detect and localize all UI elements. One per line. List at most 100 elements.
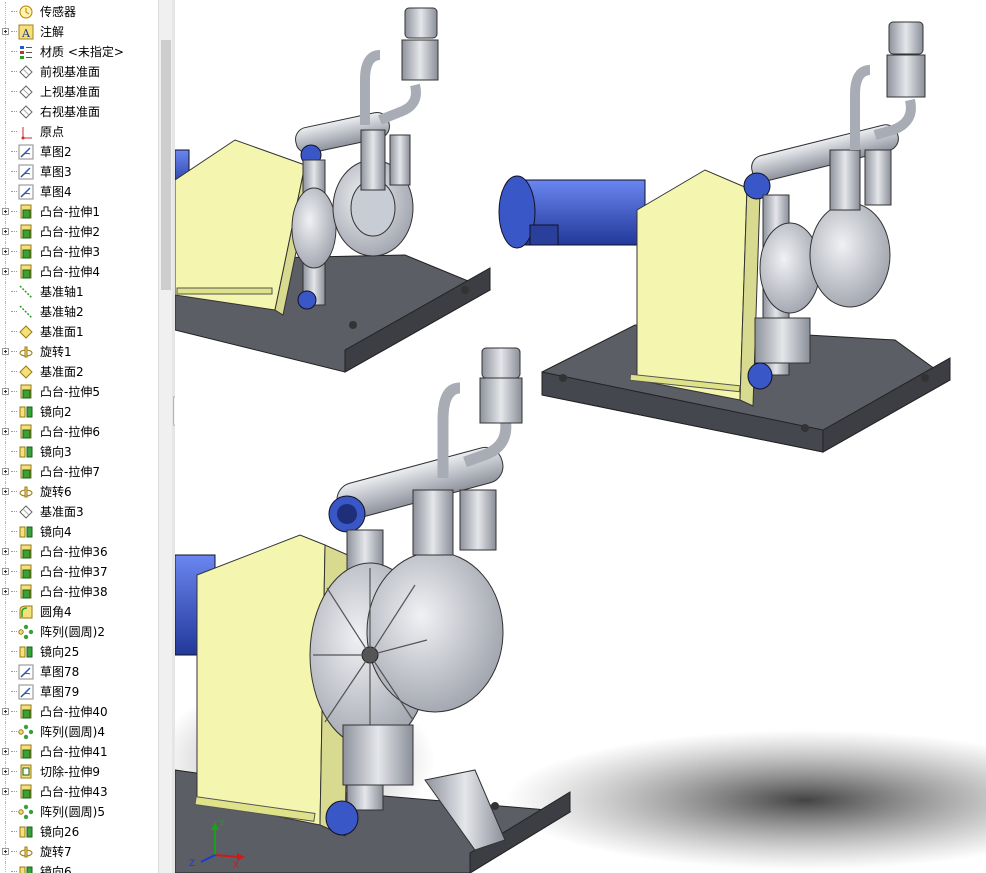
expand-toggle-icon[interactable] <box>2 28 9 35</box>
revolve-icon <box>18 484 34 500</box>
expand-toggle-icon[interactable] <box>2 468 9 475</box>
expand-toggle-icon[interactable] <box>2 268 9 275</box>
feature-tree-item[interactable]: 草图4 <box>0 182 158 202</box>
tree-scrollbar-thumb[interactable] <box>161 40 171 290</box>
feature-tree-item[interactable]: 凸台-拉伸37 <box>0 562 158 582</box>
expand-toggle-icon[interactable] <box>2 208 9 215</box>
boss-extrude-icon <box>18 204 34 220</box>
expand-toggle-icon[interactable] <box>2 228 9 235</box>
feature-tree-item[interactable]: 传感器 <box>0 2 158 22</box>
feature-tree-item-label: 旋转7 <box>40 845 72 859</box>
boss-extrude-icon <box>18 704 34 720</box>
feature-tree-item[interactable]: 镜向4 <box>0 522 158 542</box>
feature-tree-item[interactable]: 草图79 <box>0 682 158 702</box>
feature-tree-item[interactable]: 凸台-拉伸1 <box>0 202 158 222</box>
mirror-icon <box>18 444 34 460</box>
expand-toggle-icon[interactable] <box>2 568 9 575</box>
feature-tree-item[interactable]: 镜向25 <box>0 642 158 662</box>
feature-tree-item[interactable]: 原点 <box>0 122 158 142</box>
pump-model-top-left[interactable] <box>175 7 492 373</box>
annotation-icon: A <box>18 24 34 40</box>
feature-tree-item[interactable]: 上视基准面 <box>0 82 158 102</box>
feature-tree-item[interactable]: A 注解 <box>0 22 158 42</box>
mirror-icon <box>18 404 34 420</box>
feature-tree-item[interactable]: 凸台-拉伸40 <box>0 702 158 722</box>
feature-tree-item[interactable]: 凸台-拉伸43 <box>0 782 158 802</box>
material-icon <box>18 44 34 60</box>
feature-tree-item[interactable]: 凸台-拉伸41 <box>0 742 158 762</box>
boss-extrude-icon <box>18 464 34 480</box>
feature-tree-item[interactable]: 基准轴2 <box>0 302 158 322</box>
feature-tree-item[interactable]: 草图3 <box>0 162 158 182</box>
feature-tree-item[interactable]: 圆角4 <box>0 602 158 622</box>
feature-tree-item[interactable]: 右视基准面 <box>0 102 158 122</box>
plane-icon <box>18 64 34 80</box>
pump-model-top-right[interactable] <box>498 21 951 453</box>
feature-tree-item[interactable]: 镜向6 <box>0 862 158 873</box>
feature-tree-item[interactable]: 阵列(圆周)2 <box>0 622 158 642</box>
feature-tree-item[interactable]: 镜向26 <box>0 822 158 842</box>
feature-tree-item[interactable]: 凸台-拉伸4 <box>0 262 158 282</box>
revolve-icon <box>18 844 34 860</box>
graphics-viewport[interactable]: Y X Z <box>175 0 986 873</box>
plane-icon <box>18 504 34 520</box>
expand-toggle-icon[interactable] <box>2 588 9 595</box>
feature-tree-item-label: 镜向2 <box>40 405 72 419</box>
feature-tree-item[interactable]: 旋转7 <box>0 842 158 862</box>
expand-toggle-icon[interactable] <box>2 748 9 755</box>
feature-tree-item-label: 圆角4 <box>40 605 72 619</box>
expand-toggle-icon[interactable] <box>2 428 9 435</box>
feature-tree-item-label: 阵列(圆周)4 <box>40 725 105 739</box>
feature-tree-item[interactable]: 凸台-拉伸5 <box>0 382 158 402</box>
mirror-icon <box>18 824 34 840</box>
feature-tree-item-label: 凸台-拉伸40 <box>40 705 108 719</box>
feature-tree-item[interactable]: 凸台-拉伸7 <box>0 462 158 482</box>
feature-tree-item[interactable]: 阵列(圆周)4 <box>0 722 158 742</box>
expand-toggle-icon[interactable] <box>2 548 9 555</box>
expand-toggle-icon[interactable] <box>2 388 9 395</box>
feature-tree-item[interactable]: 凸台-拉伸2 <box>0 222 158 242</box>
feature-tree-item-label: 凸台-拉伸3 <box>40 245 100 259</box>
feature-tree-item[interactable]: 前视基准面 <box>0 62 158 82</box>
feature-tree-item[interactable]: 凸台-拉伸6 <box>0 422 158 442</box>
feature-tree-item[interactable]: 草图78 <box>0 662 158 682</box>
expand-toggle-icon[interactable] <box>2 708 9 715</box>
feature-tree-item[interactable]: 旋转1 <box>0 342 158 362</box>
feature-tree-item[interactable]: 阵列(圆周)5 <box>0 802 158 822</box>
feature-tree-item-label: 镜向4 <box>40 525 72 539</box>
expand-toggle-icon[interactable] <box>2 788 9 795</box>
expand-toggle-icon[interactable] <box>2 248 9 255</box>
feature-tree-item[interactable]: 草图2 <box>0 142 158 162</box>
feature-tree-item-label: 镜向25 <box>40 645 80 659</box>
axis-icon <box>18 284 34 300</box>
tree-scrollbar[interactable] <box>158 0 173 873</box>
boss-extrude-icon <box>18 244 34 260</box>
feature-tree-item-label: 材质 <未指定> <box>40 45 124 59</box>
expand-toggle-icon[interactable] <box>2 488 9 495</box>
feature-tree-item-label: 草图4 <box>40 185 72 199</box>
feature-tree-item[interactable]: 镜向2 <box>0 402 158 422</box>
expand-toggle-icon[interactable] <box>2 348 9 355</box>
feature-tree-item[interactable]: 切除-拉伸9 <box>0 762 158 782</box>
boss-extrude-icon <box>18 424 34 440</box>
feature-tree-item-label: 凸台-拉伸41 <box>40 745 108 759</box>
feature-tree-item[interactable]: 凸台-拉伸38 <box>0 582 158 602</box>
feature-tree-item-label: 凸台-拉伸2 <box>40 225 100 239</box>
feature-tree-item[interactable]: 凸台-拉伸3 <box>0 242 158 262</box>
feature-tree-item[interactable]: 基准面2 <box>0 362 158 382</box>
axis-icon <box>18 304 34 320</box>
feature-tree-item[interactable]: 基准轴1 <box>0 282 158 302</box>
feature-tree-item[interactable]: 材质 <未指定> <box>0 42 158 62</box>
feature-tree-item[interactable]: 基准面1 <box>0 322 158 342</box>
feature-tree-item[interactable]: 凸台-拉伸36 <box>0 542 158 562</box>
feature-tree-item-label: 草图3 <box>40 165 72 179</box>
feature-tree-item[interactable]: 基准面3 <box>0 502 158 522</box>
expand-toggle-icon[interactable] <box>2 848 9 855</box>
feature-tree-item-label: 上视基准面 <box>40 85 101 99</box>
feature-tree-item[interactable]: 旋转6 <box>0 482 158 502</box>
boss-extrude-icon <box>18 744 34 760</box>
expand-toggle-icon[interactable] <box>2 768 9 775</box>
sketch-icon <box>18 144 34 160</box>
sketch-icon <box>18 684 34 700</box>
feature-tree-item[interactable]: 镜向3 <box>0 442 158 462</box>
